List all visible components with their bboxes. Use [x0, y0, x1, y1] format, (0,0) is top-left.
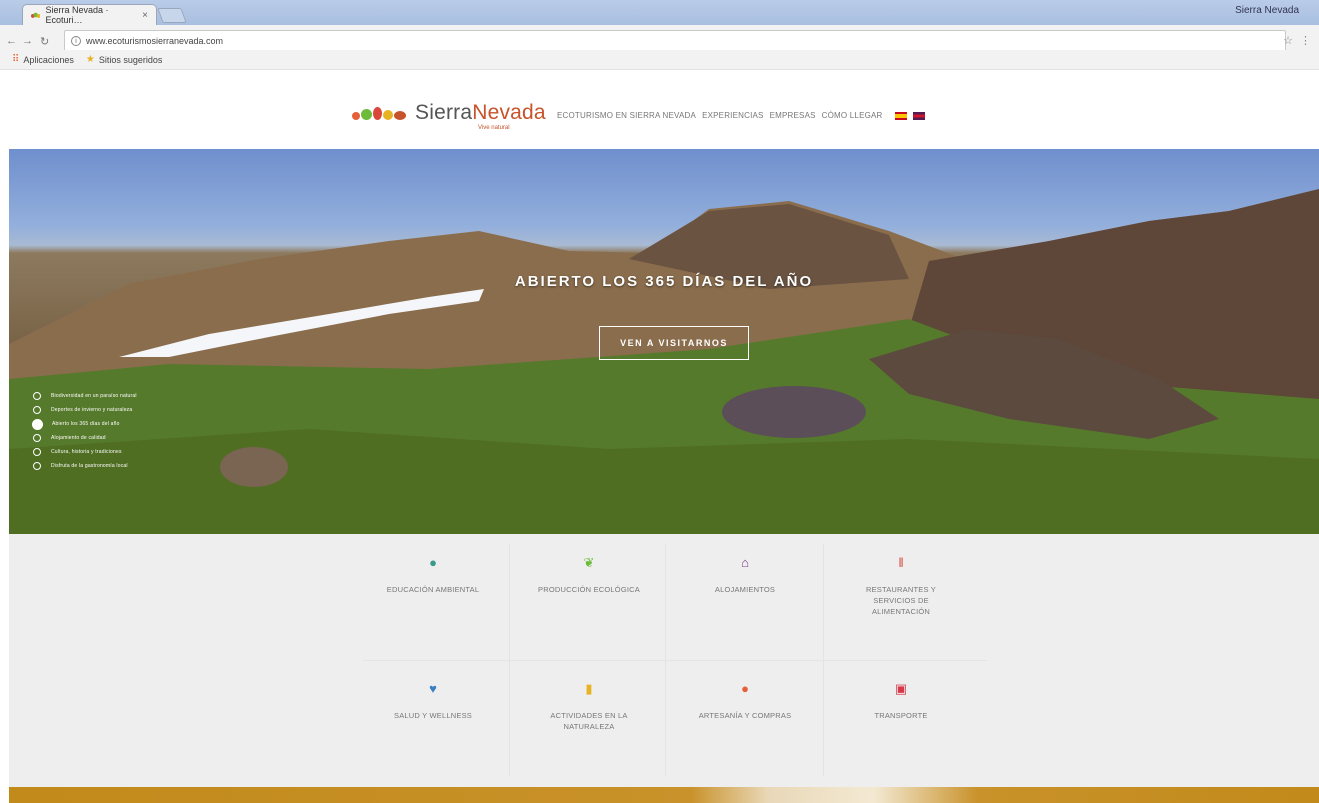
service-label: ALOJAMIENTOS — [714, 585, 776, 594]
slider-dot-icon — [33, 406, 41, 414]
site-favicon-icon — [31, 12, 41, 18]
bookmark-star-icon[interactable]: ☆ — [1283, 34, 1293, 47]
service-label: PRODUCCIÓN ECOLÓGICA — [538, 585, 640, 594]
bookmarks-bar: ⠿ Aplicaciones ★ Sitios sugeridos — [0, 50, 1319, 70]
site-header: SierraNevada Vive natural ECOTURISMO EN … — [0, 71, 1319, 149]
service-label: TRANSPORTE — [874, 711, 928, 720]
browser-menu-icon[interactable]: ⋮ — [1300, 34, 1311, 47]
browser-tab[interactable]: Sierra Nevada · Ecoturi… × — [22, 4, 157, 25]
house-icon: ⌂ — [741, 555, 749, 570]
close-tab-icon[interactable]: × — [142, 10, 148, 21]
bookmark-apps[interactable]: ⠿ Aplicaciones — [12, 54, 74, 65]
reload-icon[interactable]: ↻ — [40, 35, 49, 48]
nav-como-llegar[interactable]: CÓMO LLEGAR — [822, 111, 883, 120]
window-user-label: Sierra Nevada — [1235, 5, 1299, 16]
nav-empresas[interactable]: EMPRESAS — [770, 111, 816, 120]
bookmark-suggested-sites[interactable]: ★ Sitios sugeridos — [86, 54, 163, 65]
spanish-flag-icon[interactable] — [894, 111, 907, 120]
address-bar[interactable]: i www.ecoturismosierranevada.com — [64, 30, 1286, 52]
nav-ecoturismo[interactable]: ECOTURISMO EN SIERRA NEVADA — [557, 111, 696, 120]
bookmark-label: Aplicaciones — [23, 54, 74, 65]
service-label: ACTIVIDADES EN LA NATURALEZA — [550, 711, 628, 731]
services-grid: ● EDUCACIÓN AMBIENTAL ❦ PRODUCCIÓN ECOLÓ… — [9, 534, 1319, 787]
slider-item[interactable]: Alojamiento de calidad — [33, 431, 137, 445]
slider-item[interactable]: Cultura, historia y tradiciones — [33, 445, 137, 459]
site-logo[interactable]: SierraNevada Vive natural — [352, 101, 546, 131]
bus-icon: ▣ — [894, 681, 908, 696]
slider-dot-active-icon — [32, 418, 43, 430]
site-info-icon[interactable]: i — [71, 36, 81, 46]
leaf-icon: ❦ — [583, 555, 595, 570]
bag-icon: ● — [741, 681, 749, 696]
hero-slider-nav: Biodiversidad en un paraíso natural Depo… — [32, 389, 137, 473]
bookmark-label: Sitios sugeridos — [98, 54, 163, 65]
service-salud-wellness[interactable]: ♥ SALUD Y WELLNESS — [355, 660, 511, 785]
service-artesania-compras[interactable]: ● ARTESANÍA Y COMPRAS — [667, 660, 823, 785]
slider-item[interactable]: Disfruta de la gastronomía local — [33, 459, 137, 473]
slider-dot-icon — [33, 462, 41, 470]
heart-icon: ♥ — [429, 681, 437, 696]
service-produccion-ecologica[interactable]: ❦ PRODUCCIÓN ECOLÓGICA — [511, 534, 667, 659]
forward-icon[interactable]: → — [22, 35, 33, 47]
service-label: ARTESANÍA Y COMPRAS — [698, 711, 792, 720]
cutlery-icon: ǁ — [898, 555, 904, 570]
service-label: SALUD Y WELLNESS — [394, 711, 472, 720]
address-bar-url[interactable]: www.ecoturismosierranevada.com — [86, 36, 223, 46]
slider-item[interactable]: Deportes de invierno y naturaleza — [33, 403, 137, 417]
service-label: EDUCACIÓN AMBIENTAL — [386, 585, 480, 594]
logo-tagline: Vive natural — [478, 125, 510, 131]
slider-dot-icon — [33, 434, 41, 442]
footer-banner — [9, 787, 1319, 803]
hero-title: ABIERTO LOS 365 DÍAS DEL AÑO — [514, 273, 814, 290]
service-label: RESTAURANTES Y SERVICIOS DE ALIMENTACIÓN — [865, 585, 937, 616]
logo-text: SierraNevada — [415, 101, 546, 124]
slider-dot-icon — [33, 448, 41, 456]
back-icon[interactable]: ← — [6, 35, 17, 47]
service-restaurantes[interactable]: ǁ RESTAURANTES Y SERVICIOS DE ALIMENTACI… — [823, 534, 979, 659]
main-nav: ECOTURISMO EN SIERRA NEVADA EXPERIENCIAS… — [557, 111, 925, 120]
slider-dot-icon — [33, 392, 41, 400]
slider-item-active[interactable]: Abierto los 365 días del año — [32, 417, 137, 431]
apps-icon: ⠿ — [12, 54, 20, 65]
service-actividades-naturaleza[interactable]: ▮ ACTIVIDADES EN LA NATURALEZA — [511, 660, 667, 785]
service-educacion-ambiental[interactable]: ● EDUCACIÓN AMBIENTAL — [355, 534, 511, 659]
hero-banner: ABIERTO LOS 365 DÍAS DEL AÑO VEN A VISIT… — [9, 149, 1319, 534]
slider-item[interactable]: Biodiversidad en un paraíso natural — [33, 389, 137, 403]
service-transporte[interactable]: ▣ TRANSPORTE — [823, 660, 979, 785]
browser-tab-title: Sierra Nevada · Ecoturi… — [45, 5, 109, 25]
hero-cta-button[interactable]: VEN A VISITARNOS — [599, 326, 749, 360]
activity-icon: ▮ — [585, 681, 593, 696]
drop-icon: ● — [429, 555, 437, 570]
browser-tab-strip: Sierra Nevada · Ecoturi… × Sierra Nevada — [0, 0, 1319, 25]
suggested-sites-icon: ★ — [85, 54, 95, 65]
nav-experiencias[interactable]: EXPERIENCIAS — [702, 111, 764, 120]
logo-mark-icon — [352, 106, 407, 120]
new-tab-button[interactable] — [157, 8, 187, 23]
service-alojamientos[interactable]: ⌂ ALOJAMIENTOS — [667, 534, 823, 659]
english-flag-icon[interactable] — [912, 111, 925, 120]
